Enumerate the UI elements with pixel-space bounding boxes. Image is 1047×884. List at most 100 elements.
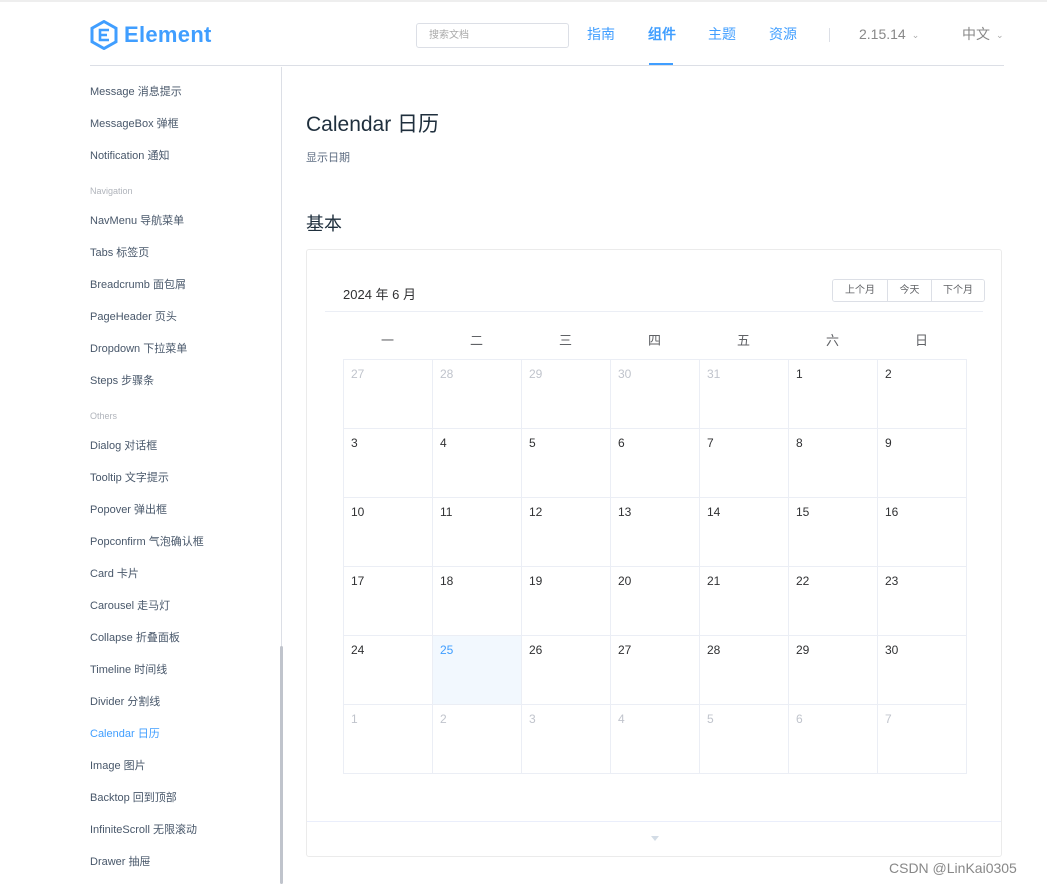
sidebar-item-infinitescroll[interactable]: InfiniteScroll 无限滚动 <box>90 821 197 837</box>
sidebar-item-divider[interactable]: Divider 分割线 <box>90 693 160 709</box>
element-logo-icon <box>90 20 118 50</box>
calendar-day-cell[interactable]: 17 <box>344 567 433 636</box>
sidebar-item-popover[interactable]: Popover 弹出框 <box>90 501 167 517</box>
sidebar-item-tabs[interactable]: Tabs 标签页 <box>90 244 149 260</box>
nav-theme-label: 主题 <box>708 26 736 42</box>
calendar-day-cell[interactable]: 18 <box>433 567 522 636</box>
calendar-day-cell[interactable]: 2 <box>878 360 967 429</box>
sidebar-item-pageheader[interactable]: PageHeader 页头 <box>90 308 177 324</box>
calendar-day-cell[interactable]: 23 <box>878 567 967 636</box>
calendar-day-cell[interactable]: 10 <box>344 498 433 567</box>
calendar-day-cell[interactable]: 4 <box>433 429 522 498</box>
nav-guide-label: 指南 <box>587 26 615 42</box>
next-month-button[interactable]: 下个月 <box>931 280 984 301</box>
calendar-day-cell[interactable]: 27 <box>611 636 700 705</box>
weekday-header: 一 <box>380 333 394 348</box>
calendar-day-cell[interactable]: 8 <box>789 429 878 498</box>
sidebar-item-message[interactable]: Message 消息提示 <box>90 83 182 99</box>
sidebar-item-dropdown[interactable]: Dropdown 下拉菜单 <box>90 340 187 356</box>
calendar-day-cell[interactable]: 19 <box>522 567 611 636</box>
calendar-day-cell[interactable]: 7 <box>700 429 789 498</box>
sidebar: Message 消息提示 MessageBox 弹框 Notification … <box>0 67 283 884</box>
calendar-day-cell[interactable]: 30 <box>878 636 967 705</box>
calendar-day-cell[interactable]: 1 <box>344 705 433 774</box>
calendar-day-cell[interactable]: 2 <box>433 705 522 774</box>
calendar-day-cell[interactable]: 14 <box>700 498 789 567</box>
language-dropdown[interactable]: 中文 ⌄ <box>962 2 1004 66</box>
calendar-day-cell[interactable]: 3 <box>522 705 611 774</box>
nav-components[interactable]: 组件 <box>648 2 676 66</box>
sidebar-item-drawer[interactable]: Drawer 抽屉 <box>90 853 151 869</box>
calendar-day-cell[interactable]: 28 <box>433 360 522 429</box>
calendar-day-cell[interactable]: 7 <box>878 705 967 774</box>
calendar-day-cell[interactable]: 29 <box>789 636 878 705</box>
calendar-day-cell[interactable]: 22 <box>789 567 878 636</box>
nav-guide[interactable]: 指南 <box>587 2 615 66</box>
calendar-day-cell[interactable]: 21 <box>700 567 789 636</box>
calendar-day-cell[interactable]: 30 <box>611 360 700 429</box>
demo-footer[interactable] <box>307 821 1001 857</box>
calendar-day-cell[interactable]: 20 <box>611 567 700 636</box>
nav-theme[interactable]: 主题 <box>708 2 736 66</box>
nav-resource[interactable]: 资源 <box>769 2 797 66</box>
caret-down-icon <box>651 836 659 841</box>
sidebar-group-navigation: Navigation <box>90 186 133 196</box>
sidebar-item-backtop[interactable]: Backtop 回到顶部 <box>90 789 177 805</box>
calendar-day-cell[interactable]: 24 <box>344 636 433 705</box>
sidebar-item-navmenu[interactable]: NavMenu 导航菜单 <box>90 212 184 228</box>
calendar-day-cell[interactable]: 11 <box>433 498 522 567</box>
nav-components-label: 组件 <box>648 26 676 42</box>
prev-month-button[interactable]: 上个月 <box>833 280 887 301</box>
version-dropdown[interactable]: 2.15.14 ⌄ <box>859 2 919 66</box>
calendar-day-cell[interactable]: 5 <box>700 705 789 774</box>
today-button[interactable]: 今天 <box>887 280 931 301</box>
calendar-day-cell[interactable]: 3 <box>344 429 433 498</box>
calendar-day-cell[interactable]: 28 <box>700 636 789 705</box>
version-label: 2.15.14 <box>859 26 906 42</box>
calendar-day-cell[interactable]: 1 <box>789 360 878 429</box>
calendar-day-cell[interactable]: 16 <box>878 498 967 567</box>
weekday-header: 二 <box>469 333 483 348</box>
sidebar-item-card[interactable]: Card 卡片 <box>90 565 139 581</box>
weekday-header: 五 <box>736 333 750 348</box>
nav-active-indicator <box>649 63 673 65</box>
calendar-day-cell[interactable]: 9 <box>878 429 967 498</box>
sidebar-item-messagebox[interactable]: MessageBox 弹框 <box>90 115 179 131</box>
calendar-button-group: 上个月 今天 下个月 <box>832 279 985 302</box>
calendar-grid: 27 28 29 30 31 1 2 3 4 5 6 7 8 9 10 11 12 13 14 15 16 17 18 19 2… <box>343 359 967 774</box>
calendar-day-cell[interactable]: 12 <box>522 498 611 567</box>
logo-text: Element <box>124 22 212 47</box>
sidebar-item-collapse[interactable]: Collapse 折叠面板 <box>90 629 180 645</box>
logo[interactable]: Element <box>90 19 212 51</box>
sidebar-item-timeline[interactable]: Timeline 时间线 <box>90 661 167 677</box>
calendar-day-cell[interactable]: 4 <box>611 705 700 774</box>
calendar-day-cell[interactable]: 13 <box>611 498 700 567</box>
calendar-day-cell[interactable]: 26 <box>522 636 611 705</box>
calendar-day-cell[interactable]: 5 <box>522 429 611 498</box>
sidebar-item-calendar[interactable]: Calendar 日历 <box>90 725 160 741</box>
sidebar-item-steps[interactable]: Steps 步骤条 <box>90 372 154 388</box>
watermark: CSDN @LinKai0305 <box>889 860 1017 876</box>
sidebar-item-tooltip[interactable]: Tooltip 文字提示 <box>90 469 169 485</box>
calendar-day-cell[interactable]: 29 <box>522 360 611 429</box>
sidebar-item-breadcrumb[interactable]: Breadcrumb 面包屑 <box>90 276 186 292</box>
calendar-day-cell[interactable]: 6 <box>789 705 878 774</box>
sidebar-item-dialog[interactable]: Dialog 对话框 <box>90 437 157 453</box>
search-input[interactable]: 搜索文档 <box>416 23 569 48</box>
sidebar-scrollbar[interactable] <box>280 646 283 884</box>
page-title: Calendar 日历 <box>306 113 440 136</box>
calendar-day-cell[interactable]: 6 <box>611 429 700 498</box>
sidebar-item-popconfirm[interactable]: Popconfirm 气泡确认框 <box>90 533 204 549</box>
calendar-day-cell[interactable]: 15 <box>789 498 878 567</box>
page-description: 显示日期 <box>306 152 350 164</box>
top-header: Element 搜索文档 指南 组件 主题 资源 2.15.14 ⌄ 中文 ⌄ <box>90 2 1004 66</box>
nav-divider <box>829 28 830 42</box>
sidebar-item-notification[interactable]: Notification 通知 <box>90 147 169 163</box>
calendar-day-today[interactable]: 25 <box>433 636 522 705</box>
sidebar-item-image[interactable]: Image 图片 <box>90 757 146 773</box>
nav-resource-label: 资源 <box>769 26 797 42</box>
sidebar-group-others: Others <box>90 411 118 421</box>
sidebar-item-carousel[interactable]: Carousel 走马灯 <box>90 597 170 613</box>
calendar-day-cell[interactable]: 27 <box>344 360 433 429</box>
calendar-day-cell[interactable]: 31 <box>700 360 789 429</box>
